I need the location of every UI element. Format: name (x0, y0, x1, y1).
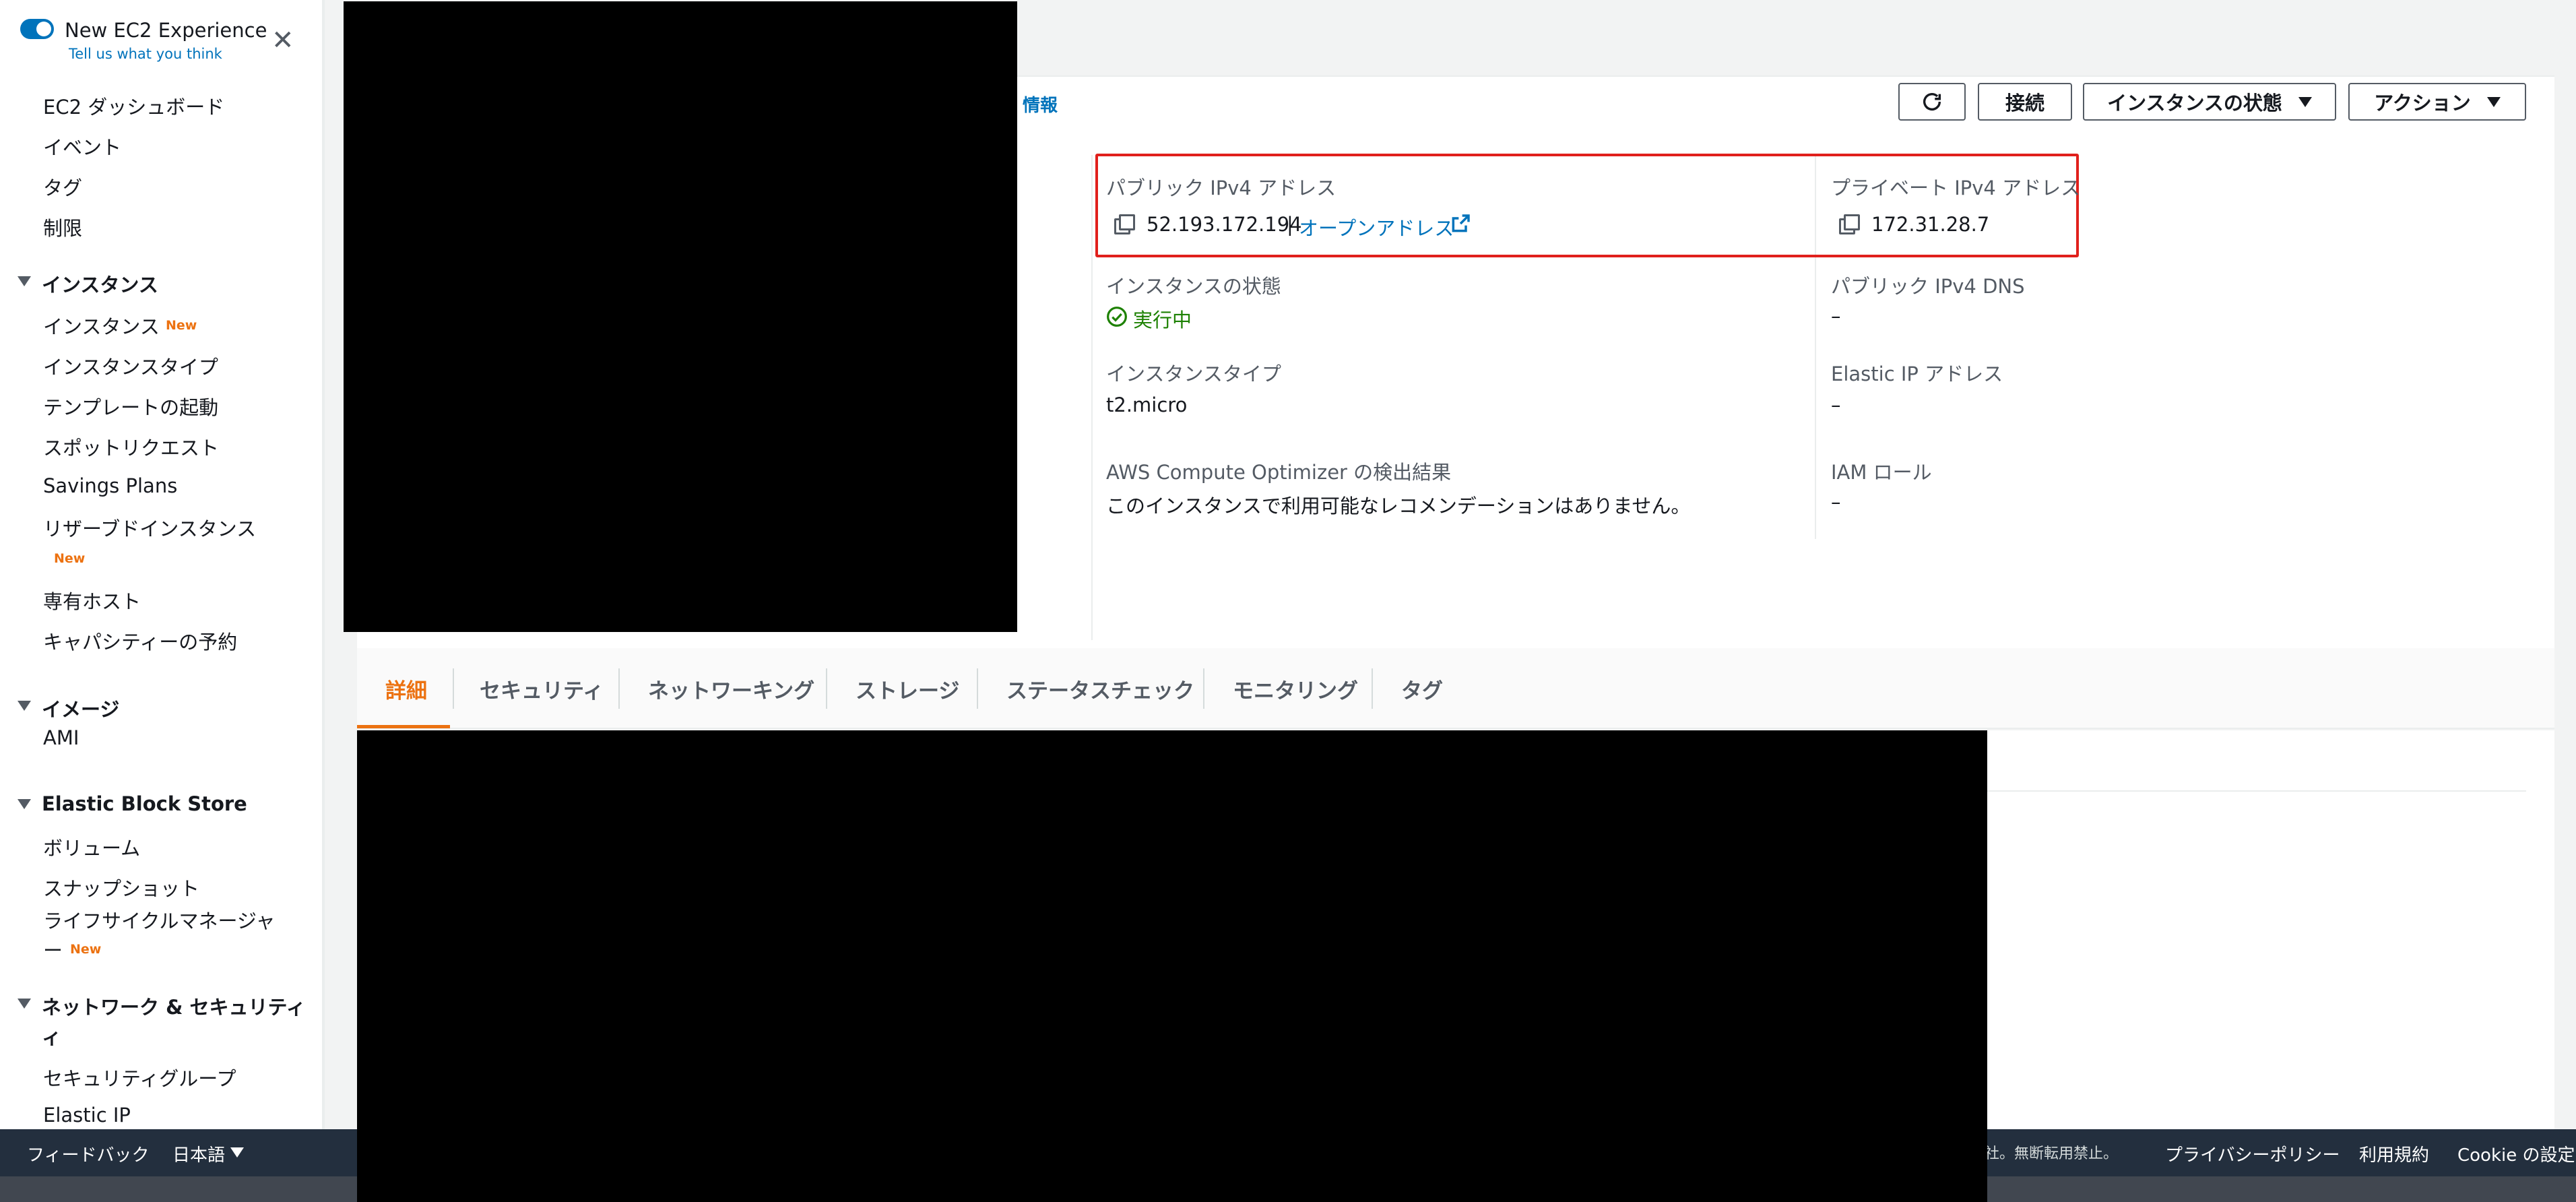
sidebar-item-ami[interactable]: AMI (43, 726, 79, 749)
sidebar-item-security-groups[interactable]: セキュリティグループ (43, 1063, 236, 1092)
tab-storage[interactable]: ストレージ (856, 674, 959, 704)
tab-separator (618, 668, 620, 709)
tab-tags[interactable]: タグ (1401, 674, 1443, 704)
iam-role-label: IAM ロール (1831, 461, 1932, 484)
new-badge: New (166, 318, 197, 333)
new-experience-toggle[interactable] (20, 19, 54, 39)
sidebar-section-images[interactable]: イメージ (42, 694, 119, 722)
check-circle-icon (1107, 307, 1127, 327)
sidebar-item-savings-plans[interactable]: Savings Plans (43, 474, 177, 497)
public-ipv4-value: 52.193.172.194 (1147, 213, 1302, 236)
refresh-button[interactable] (1898, 83, 1966, 121)
sidebar-item-dedicated-hosts[interactable]: 専有ホスト (43, 586, 141, 614)
highlight-box (1095, 154, 2079, 257)
sidebar-item-lifecycle-manager[interactable]: ライフサイクルマネージャ (43, 906, 276, 934)
sidebar-item-events[interactable]: イベント (43, 132, 121, 160)
caret-down-icon[interactable] (230, 1147, 244, 1158)
instance-type-value: t2.micro (1106, 393, 1188, 416)
active-tab-indicator (357, 725, 450, 728)
sidebar: New EC2 Experience Tell us what you thin… (0, 0, 325, 1129)
caret-down-icon[interactable] (18, 799, 31, 809)
caret-down-icon[interactable] (18, 701, 31, 711)
language-selector[interactable]: 日本語 (172, 1141, 225, 1166)
new-experience-title: New EC2 Experience (65, 19, 267, 42)
refresh-icon (1923, 92, 1941, 110)
caret-down-icon (2486, 96, 2501, 107)
column-divider (1091, 155, 1093, 640)
actions-button[interactable]: アクション (2348, 83, 2526, 121)
tab-separator (1203, 668, 1204, 709)
instance-state-button[interactable]: インスタンスの状態 (2083, 83, 2336, 121)
public-dns-label: パブリック IPv4 DNS (1831, 275, 2025, 298)
tab-separator (1372, 668, 1373, 709)
separator: | (1287, 213, 1293, 236)
sidebar-item-tags[interactable]: タグ (43, 172, 82, 201)
optimizer-value: このインスタンスで利用可能なレコメンデーションはありません。 (1106, 495, 1691, 517)
cookie-settings-link[interactable]: Cookie の設定 (2457, 1141, 2575, 1166)
instance-type-label: インスタンスタイプ (1106, 362, 1281, 385)
sidebar-item-instances[interactable]: インスタンス (43, 311, 160, 340)
redacted-area (344, 1, 1017, 632)
sidebar-item-elastic-ip[interactable]: Elastic IP (43, 1104, 131, 1127)
elastic-ip-label: Elastic IP アドレス (1831, 362, 2003, 385)
sidebar-section-network-security-cont: ィ (42, 1025, 62, 1048)
sidebar-item-reserved-instances[interactable]: リザーブドインスタンス (43, 513, 256, 542)
private-ipv4-value: 172.31.28.7 (1871, 213, 1990, 236)
open-address-link[interactable]: オープンアドレス (1299, 213, 1454, 241)
tab-separator (977, 668, 978, 709)
sidebar-section-network-security[interactable]: ネットワーク & セキュリティ (42, 992, 306, 1020)
sidebar-item-snapshots[interactable]: スナップショット (43, 873, 199, 902)
new-badge: New (54, 551, 86, 566)
sidebar-item-instance-types[interactable]: インスタンスタイプ (43, 352, 218, 380)
connect-button[interactable]: 接続 (1978, 83, 2072, 121)
feedback-link[interactable]: Tell us what you think (69, 46, 222, 62)
tab-monitoring[interactable]: モニタリング (1233, 674, 1358, 704)
tab-separator (826, 668, 827, 709)
copyright-text: 社。無断転用禁止。 (1985, 1145, 2119, 1162)
copy-icon[interactable] (1839, 214, 1860, 234)
terms-link[interactable]: 利用規約 (2359, 1141, 2429, 1166)
external-link-icon[interactable] (1450, 213, 1471, 234)
actions-label: アクション (2374, 92, 2471, 115)
ec2-console: { "experience": {"title": "New EC2 Exper… (0, 0, 2576, 1202)
public-ipv4-label: パブリック IPv4 アドレス (1106, 177, 1337, 199)
instance-state-label: インスタンスの状態 (2107, 92, 2282, 115)
copy-icon[interactable] (1114, 214, 1135, 234)
tab-status-checks[interactable]: ステータスチェック (1006, 674, 1194, 704)
redacted-area (357, 730, 1987, 1202)
close-icon[interactable]: ✕ (271, 27, 294, 54)
sidebar-item-volumes[interactable]: ボリューム (43, 833, 140, 861)
iam-role-value: – (1831, 491, 1841, 513)
footer-feedback-link[interactable]: フィードバック (27, 1141, 149, 1166)
sidebar-section-ebs[interactable]: Elastic Block Store (42, 792, 247, 815)
private-ipv4-label: プライベート IPv4 アドレス (1831, 177, 2081, 199)
sidebar-item-limits[interactable]: 制限 (43, 213, 82, 241)
info-link[interactable]: 情報 (1023, 92, 1058, 117)
caret-down-icon[interactable] (18, 276, 31, 286)
caret-down-icon (2298, 96, 2312, 107)
tab-separator (453, 668, 454, 709)
instance-state-value: 実行中 (1133, 309, 1192, 331)
instance-state-label: インスタンスの状態 (1106, 275, 1281, 298)
privacy-policy-link[interactable]: プライバシーポリシー (2165, 1141, 2340, 1166)
caret-down-icon[interactable] (18, 999, 31, 1009)
sidebar-item-launch-templates[interactable]: テンプレートの起動 (43, 392, 218, 420)
divider (1987, 790, 2526, 792)
new-badge: New (70, 942, 102, 957)
sidebar-item-dashboard[interactable]: EC2 ダッシュボード (43, 92, 224, 120)
tab-details[interactable]: 詳細 (385, 674, 427, 704)
sidebar-section-instances[interactable]: インスタンス (42, 270, 158, 298)
sidebar-item-capacity-reservations[interactable]: キャパシティーの予約 (43, 627, 237, 655)
public-dns-value: – (1831, 305, 1841, 327)
sidebar-item-spot-requests[interactable]: スポットリクエスト (43, 433, 219, 461)
tab-security[interactable]: セキュリティ (480, 674, 604, 704)
elastic-ip-value: – (1831, 393, 1841, 416)
optimizer-label: AWS Compute Optimizer の検出結果 (1106, 461, 1452, 484)
sidebar-item-lifecycle-manager-cont[interactable]: ー (43, 935, 63, 963)
tab-networking[interactable]: ネットワーキング (648, 674, 814, 704)
